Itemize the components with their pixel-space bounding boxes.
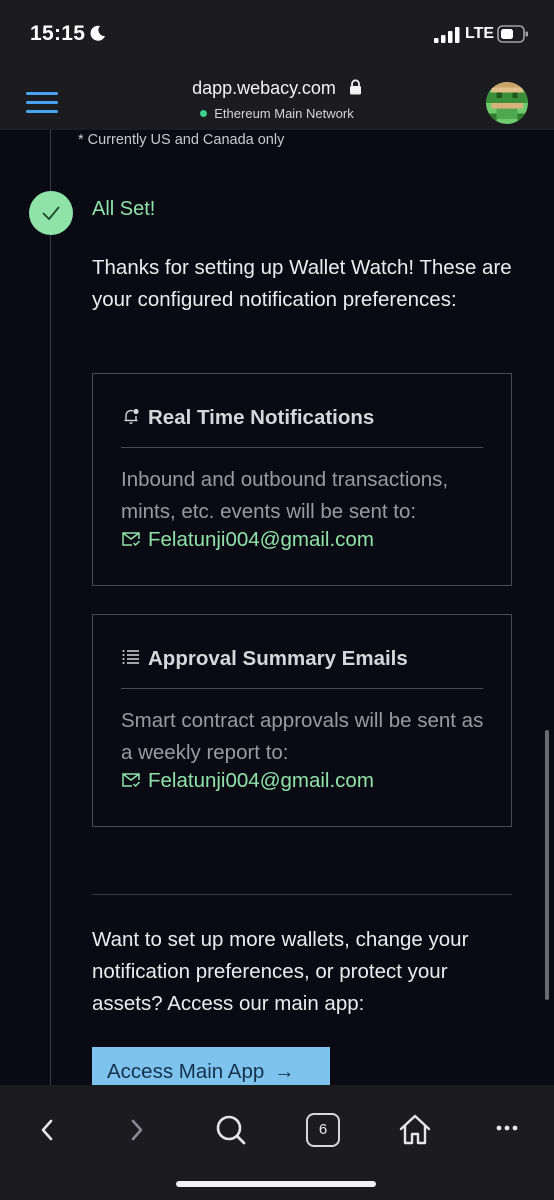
email-address: Felatunji004@gmail.com: [148, 769, 374, 792]
timeline-line: [50, 130, 51, 1085]
tabs-icon[interactable]: 6: [306, 1113, 340, 1147]
network-status-dot: [200, 110, 208, 117]
notification-email: Felatunji004@gmail.com: [121, 769, 374, 793]
access-main-app-button[interactable]: Access Main App →: [92, 1047, 330, 1085]
browser-header: dapp.webacy.com Ethereum Main Network: [0, 66, 554, 130]
mail-check-icon: [122, 532, 141, 547]
card-title-text: Real Time Notifications: [148, 406, 375, 429]
notification-email: Felatunji004@gmail.com: [121, 528, 374, 552]
intro-text: Thanks for setting up Wallet Watch! Thes…: [92, 256, 512, 311]
moon-icon: [90, 25, 105, 41]
network-type: LTE: [465, 25, 495, 42]
check-icon: [29, 191, 73, 235]
card-divider: [121, 688, 483, 689]
mail-check-icon: [122, 773, 141, 788]
card-title-text: Approval Summary Emails: [148, 647, 408, 670]
scrollbar[interactable]: [545, 730, 549, 1000]
signal-icon: [434, 27, 460, 43]
avatar[interactable]: [486, 82, 528, 124]
region-footnote: * Currently US and Canada only: [78, 132, 285, 148]
approval-summary-card: Approval Summary Emails Smart contract a…: [92, 614, 512, 827]
card-title: Real Time Notifications: [121, 406, 374, 430]
bell-icon: [124, 408, 139, 424]
section-divider: [92, 894, 512, 895]
list-icon: [122, 650, 139, 664]
search-icon[interactable]: [210, 1085, 270, 1175]
lock-icon: [349, 79, 361, 95]
card-title: Approval Summary Emails: [121, 647, 408, 671]
card-description: Inbound and outbound transactions, mints…: [121, 468, 449, 523]
home-indicator[interactable]: [176, 1181, 376, 1187]
forward-icon[interactable]: [118, 1085, 178, 1175]
email-address: Felatunji004@gmail.com: [148, 528, 374, 551]
arrow-right-icon: →: [274, 1060, 295, 1083]
status-bar: 15:15 LTE: [0, 0, 554, 66]
card-divider: [121, 447, 483, 448]
main-content: * Currently US and Canada only All Set! …: [0, 130, 554, 1085]
button-label: Access Main App: [107, 1060, 265, 1083]
back-icon[interactable]: [30, 1085, 90, 1175]
main-app-prompt: Want to set up more wallets, change your…: [92, 928, 469, 1015]
battery-icon: [497, 25, 528, 43]
home-icon[interactable]: [395, 1085, 455, 1175]
status-time: 15:15: [30, 22, 86, 45]
address-bar[interactable]: dapp.webacy.com: [0, 78, 554, 99]
domain-text: dapp.webacy.com: [192, 78, 336, 98]
card-description: Smart contract approvals will be sent as…: [121, 709, 484, 764]
more-icon[interactable]: [488, 1085, 548, 1175]
network-label: Ethereum Main Network: [214, 106, 354, 121]
status-title: All Set!: [92, 198, 156, 220]
realtime-notifications-card: Real Time Notifications Inbound and outb…: [92, 373, 512, 586]
network-indicator[interactable]: Ethereum Main Network: [0, 106, 554, 121]
